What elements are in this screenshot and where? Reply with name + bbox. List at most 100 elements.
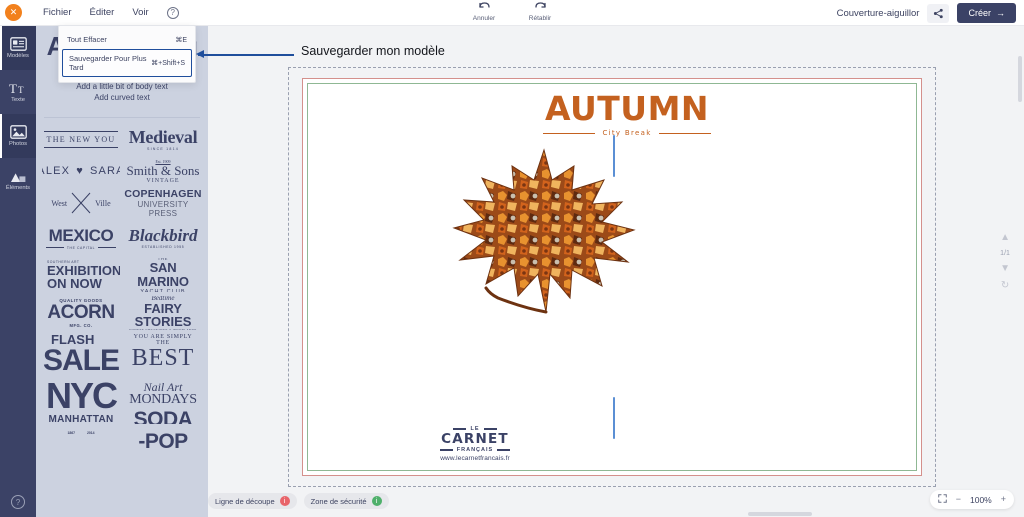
text-template-acorn[interactable]: QUALITY GOODS ACORN MFG. CO. [42,296,120,330]
fichier-dropdown-menu[interactable]: Tout Effacer ⌘E Sauvegarder Pour Plus Ta… [58,25,196,83]
close-button[interactable]: ✕ [5,4,22,21]
design-canvas[interactable]: AUTUMN City Break LE CARNET FRANÇAIS www… [302,78,922,476]
sidebar-item-texte[interactable]: T T Texte [0,70,36,114]
text-template-soda-pop[interactable]: -POP specials Carpe [124,428,202,450]
document-title[interactable]: Couverture-aiguillor [837,8,920,19]
safe-zone-label: Zone de sécurité [310,496,367,506]
sidebar-item-elements[interactable]: Éléments [0,158,36,202]
template-line: ACORN [47,302,115,323]
canvas-legend-bar: Ligne de découpe i Zone de sécurité i [208,493,389,509]
logo-rule-left [453,428,467,430]
arrow-right-icon: → [996,8,1005,18]
text-template-blackbird[interactable]: Blackbird ESTABLISHED 1955 [124,222,202,254]
text-template-alex-sara[interactable]: ALEX ♥ SARA [42,158,120,184]
sidebar-item-photos[interactable]: Photos [0,114,36,158]
photos-icon [9,125,27,139]
text-template-san-marino[interactable]: THE SAN MARINO YACHT CLUB [124,258,202,292]
template-line: YACHT CLUB [140,288,186,293]
autumn-subtitle-text: City Break [602,129,652,137]
text-template-smith-and-sons[interactable]: Est. 1909 Smith & Sons VINTAGE [124,158,202,184]
share-button[interactable] [927,3,950,23]
fit-screen-icon[interactable] [937,494,947,505]
text-icon: T T [9,82,27,95]
page-down-button[interactable]: ▼ [1000,264,1010,274]
template-line: ON NOW [47,276,102,291]
vertical-scrollbar[interactable] [1018,56,1022,102]
redo-button[interactable]: Rétablir [523,1,557,22]
cut-line-info-icon[interactable]: i [279,496,290,506]
template-line: Ville [95,198,111,208]
text-template-mexico[interactable]: MEXICO THE CAPITAL [42,222,120,254]
menu-item-shortcut: ⌘E [175,36,187,44]
zoom-out-button[interactable]: − [956,495,961,504]
svg-text:T: T [9,82,17,95]
template-line: MONDAYS [129,392,197,407]
menu-bar: Fichier Éditer Voir ? [34,3,179,22]
text-template-nyc-manhattan[interactable]: NYC MANHATTAN [42,378,120,424]
canvas-workspace[interactable]: AUTUMN City Break LE CARNET FRANÇAIS www… [208,26,1024,517]
text-template-exhibition-on-now[interactable]: SOUTHERN ART EXHIBITION ON NOW [42,258,120,292]
maple-leaf-image[interactable] [452,146,637,316]
help-icon[interactable]: ? [166,6,179,19]
menu-item-sauvegarder-pour-plus-tard[interactable]: Sauvegarder Pour Plus Tard ⌘+Shift+S [62,49,192,77]
cut-line-chip[interactable]: Ligne de découpe i [208,493,297,509]
template-line: EXHIBITION [47,262,120,278]
zoom-in-button[interactable]: + [1001,495,1006,504]
template-line: THE NEW YOU [46,134,116,144]
horizontal-scrollbar[interactable] [748,512,812,516]
text-template-fairy-stories[interactable]: Bedtime FAIRY STORIES FOREST CREATURES &… [124,296,202,330]
template-line: MANHATTAN [48,413,114,425]
menu-item-tout-effacer[interactable]: Tout Effacer ⌘E [59,30,195,49]
template-line: SARA [89,165,120,177]
top-toolbar: ✕ Fichier Éditer Voir ? Annuler Rétablir [0,0,1024,26]
template-line: COPENHAGEN [124,188,202,200]
text-template-copenhagen[interactable]: COPENHAGEN UNIVERSITY PRESS [124,188,202,218]
undo-button[interactable]: Annuler [467,1,501,22]
create-button[interactable]: Créer → [957,3,1016,23]
sidebar-label: Modèles [7,53,29,59]
text-template-carpe-left[interactable]: 1867 2014 [42,428,120,450]
text-template-the-new-you[interactable]: THE NEW YOU [42,124,120,154]
text-template-nail-art-mondays[interactable]: Nail Art MONDAYS SODA [124,378,202,424]
text-panel: Add heading Add subheading Add a little … [36,26,208,517]
template-line: NYC [45,378,118,416]
add-curved-text-button[interactable]: Add curved text [46,92,198,103]
logo-block[interactable]: LE CARNET FRANÇAIS www.lecarnetfrancais.… [420,426,530,462]
sidebar-item-modeles[interactable]: Modèles [0,26,36,70]
share-icon [933,8,943,18]
left-rail: Modèles T T Texte Photos Éléments ? [0,26,36,517]
text-template-best[interactable]: YOU ARE SIMPLY THE BEST [124,334,202,374]
menu-fichier[interactable]: Fichier [34,3,81,22]
subtitle-rule-right [658,132,711,134]
template-line: MFG. CO. [69,323,93,328]
template-line: FOREST CREATURES & WOODLANDS [129,327,197,331]
template-line: SODA [133,408,193,424]
autumn-title-element[interactable]: AUTUMN City Break [492,89,762,137]
template-line: UNIVERSITY PRESS [137,200,189,218]
menu-voir[interactable]: Voir [123,3,157,22]
safe-zone-chip[interactable]: Zone de sécurité i [303,493,389,509]
redo-arrow-icon [534,1,547,16]
template-line: -POP [138,430,188,450]
text-template-medieval[interactable]: Medieval SINCE 1814 [124,124,202,154]
template-line: 2014 [87,431,95,435]
safe-zone-info-icon[interactable]: i [371,496,382,506]
text-template-flash-sale[interactable]: FLASH SALE [42,334,120,374]
help-circle-icon[interactable]: ? [11,495,25,509]
undo-redo-group: Annuler Rétablir [467,1,557,22]
top-right-group: Couverture-aiguillor Créer → [837,3,1016,23]
template-line: ALEX [42,165,71,177]
text-template-west-ville[interactable]: West Ville [42,188,120,218]
template-line: ESTABLISHED 1955 [141,245,185,249]
template-line: FAIRY [144,300,182,316]
undo-label: Annuler [472,15,496,22]
refresh-icon[interactable]: ↻ [1001,281,1009,291]
menu-editer[interactable]: Éditer [81,3,124,22]
page-up-button[interactable]: ▲ [1000,233,1010,243]
template-line: VINTAGE [146,177,180,184]
logo-rule-right-2 [497,449,511,451]
smart-guide-bottom [613,397,615,439]
template-line: STORIES [134,313,192,329]
template-line: BEST [131,345,195,371]
canvas-selection-wrapper[interactable]: AUTUMN City Break LE CARNET FRANÇAIS www… [288,67,936,487]
